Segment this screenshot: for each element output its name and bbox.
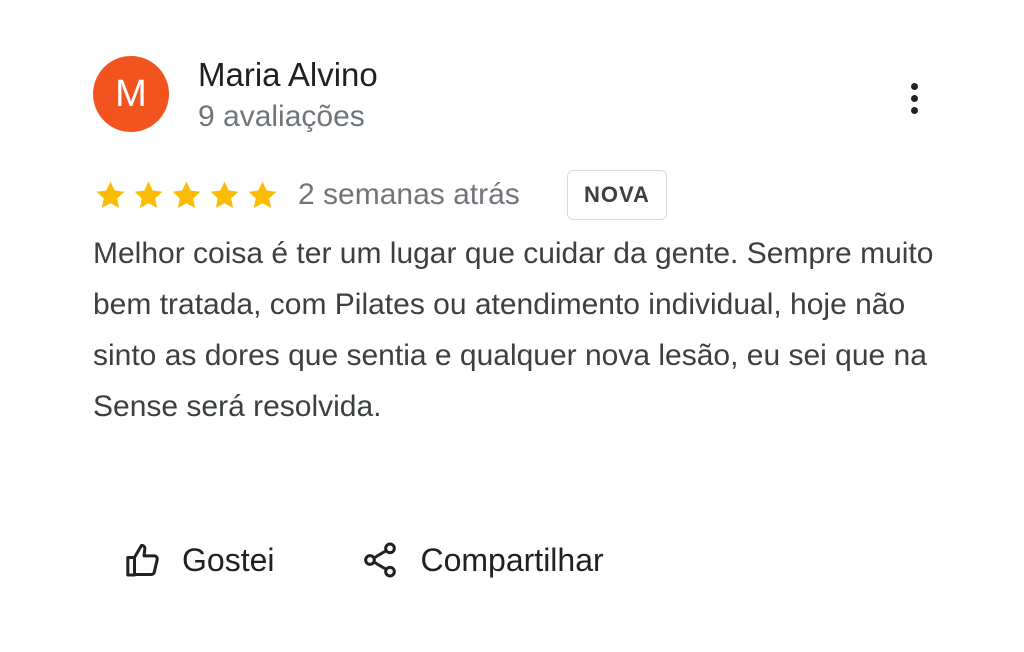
review-card: M Maria Alvino 9 avaliações 2 semanas at… (0, 0, 1024, 652)
like-button[interactable]: Gostei (122, 540, 274, 580)
avatar-initial: M (115, 73, 147, 115)
more-vertical-icon-dot (910, 106, 918, 114)
new-badge: NOVA (567, 170, 667, 220)
like-label: Gostei (182, 541, 275, 578)
share-button[interactable]: Compartilhar (360, 540, 604, 580)
more-options-button[interactable] (892, 76, 936, 120)
review-text: Melhor coisa é ter um lugar que cuidar d… (93, 237, 934, 423)
star-icon (96, 181, 125, 209)
review-actions: Gostei Compartilhar (122, 540, 604, 580)
review-count: 9 avaliações (198, 100, 365, 133)
share-icon (364, 542, 397, 578)
more-vertical-icon-dot (910, 94, 918, 102)
avatar[interactable]: M (93, 56, 169, 132)
star-icon (172, 181, 201, 209)
star-icon (248, 181, 277, 209)
more-vertical-icon (910, 82, 918, 90)
author-name[interactable]: Maria Alvino (198, 56, 378, 94)
star-icon (134, 181, 163, 209)
star-rating (93, 178, 280, 213)
thumb-up-icon (126, 543, 159, 577)
star-icon (210, 181, 239, 209)
review-time: 2 semanas atrás (298, 178, 520, 211)
share-label: Compartilhar (420, 541, 604, 578)
